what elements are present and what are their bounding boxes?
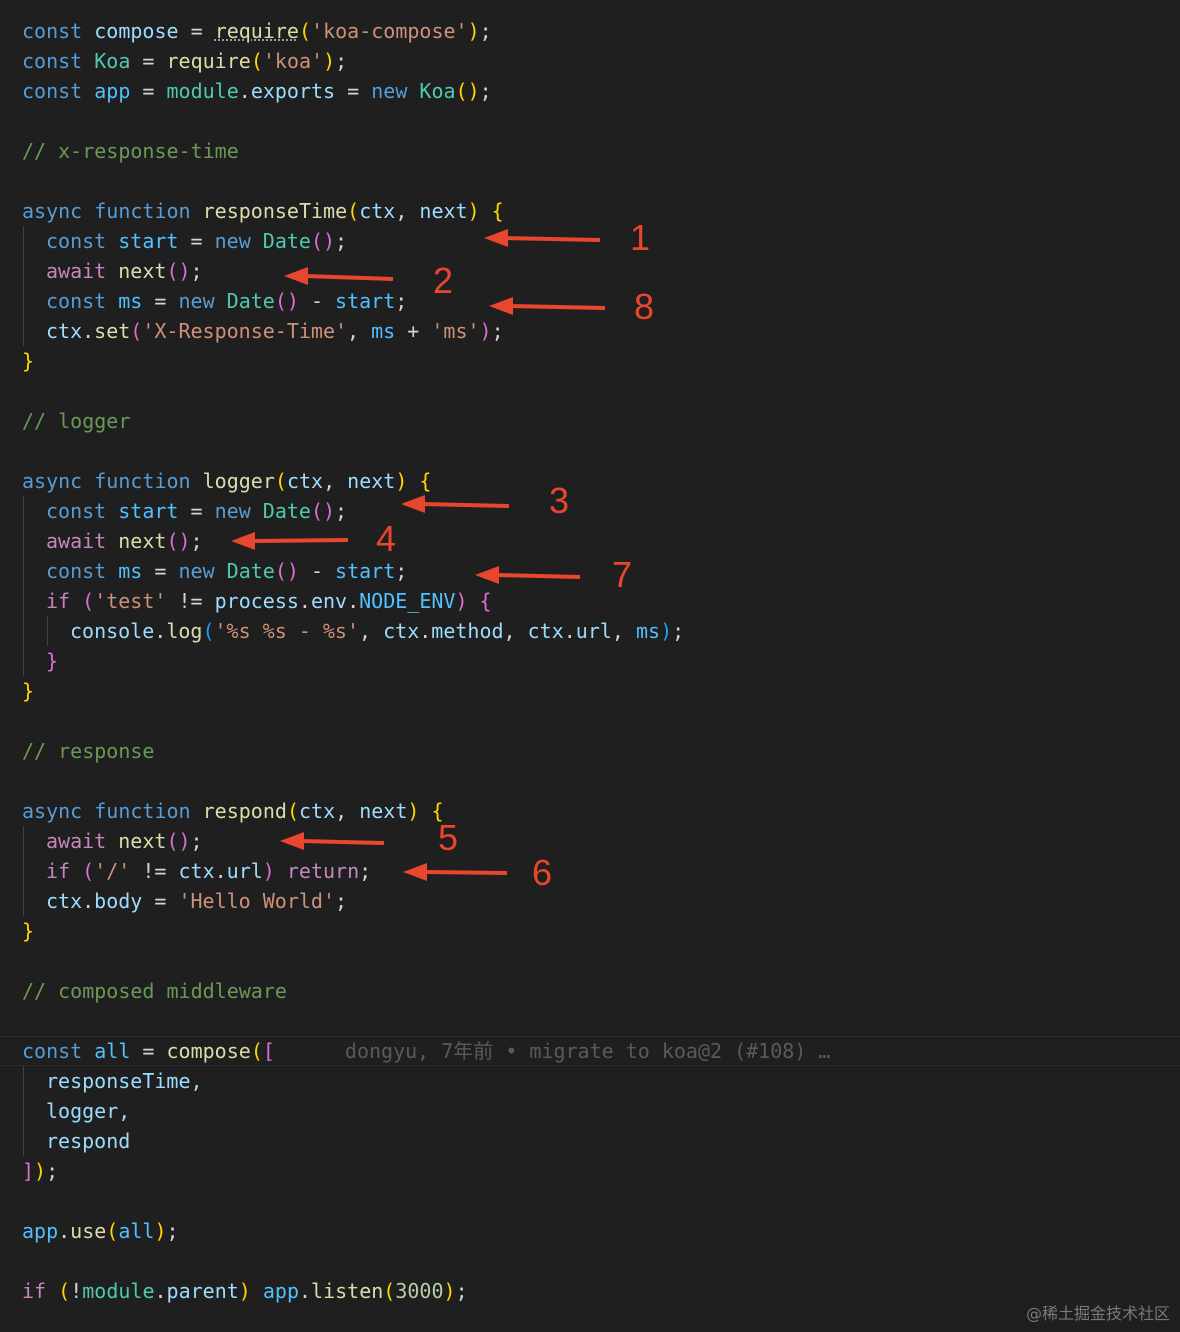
annotation-number: 5 <box>438 817 459 858</box>
annotation-arrow-3 <box>421 502 510 508</box>
annotation-arrow-1 <box>504 236 601 242</box>
watermark: @稀土掘金技术社区 <box>1025 1304 1170 1323</box>
annotation-arrow-8 <box>509 304 606 310</box>
arrow-head <box>231 532 255 550</box>
annotation-arrow-5 <box>300 839 385 845</box>
arrow-head <box>401 495 425 513</box>
annotation-number: 6 <box>532 852 553 893</box>
annotation-number: 7 <box>612 554 633 595</box>
arrow-head <box>284 267 308 285</box>
arrow-head <box>489 297 513 315</box>
arrow-head <box>280 832 304 850</box>
annotation-number: 4 <box>376 518 397 559</box>
annotation-arrow-6 <box>423 870 508 875</box>
annotation-arrow-7 <box>495 573 581 579</box>
arrow-head <box>484 229 508 247</box>
annotation-number: 3 <box>549 480 570 521</box>
annotation-number: 2 <box>433 260 454 301</box>
annotation-arrows <box>231 229 606 881</box>
arrow-head <box>475 566 499 584</box>
arrow-head <box>403 863 427 881</box>
annotation-arrow-2 <box>304 274 394 281</box>
annotation-number: 1 <box>630 217 651 258</box>
code-editor[interactable]: const compose = require('koa-compose'); … <box>0 0 1180 1332</box>
annotation-number: 8 <box>634 286 655 327</box>
annotation-arrow-4 <box>251 538 349 543</box>
